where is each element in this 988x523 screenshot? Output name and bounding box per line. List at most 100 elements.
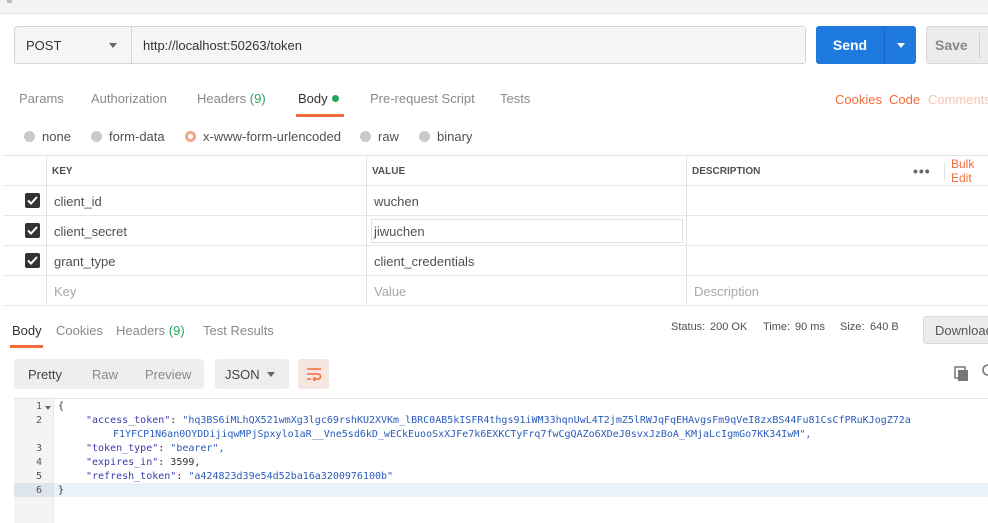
body-type-selector: none form-data x-www-form-urlencoded raw… <box>0 126 988 146</box>
send-button[interactable]: Send <box>816 26 884 64</box>
row-checkbox[interactable] <box>25 193 40 208</box>
save-label: Save <box>935 37 968 53</box>
save-divider <box>979 33 980 59</box>
more-options-icon[interactable]: ••• <box>907 156 931 186</box>
description-column-header: DESCRIPTION <box>692 165 761 177</box>
param-description[interactable] <box>688 216 988 246</box>
response-tab-body[interactable]: Body <box>12 323 42 338</box>
param-value[interactable]: client_credentials <box>368 246 474 276</box>
radio-circle-icon <box>91 131 102 142</box>
view-mode-pretty[interactable]: Pretty <box>28 367 62 382</box>
chevron-down-icon <box>109 43 117 48</box>
status-label: Status: <box>671 321 706 333</box>
param-key[interactable]: grant_type <box>48 246 115 276</box>
response-tab-headers-count: (9) <box>168 323 185 338</box>
tab-body-label: Body <box>298 91 328 106</box>
response-tab-headers[interactable]: Headers (9) <box>116 323 185 338</box>
json-number: 3599, <box>170 457 201 468</box>
radio-binary[interactable]: binary <box>419 129 472 144</box>
view-mode-preview[interactable]: Preview <box>145 367 191 382</box>
line-number: 1 <box>35 401 42 412</box>
json-key: "token_type" <box>86 443 159 454</box>
description-input[interactable]: Description <box>688 276 759 306</box>
json-string: "bearer", <box>170 443 225 454</box>
request-bar: POST http://localhost:50263/token <box>14 26 806 64</box>
radio-x-www-form-urlencoded[interactable]: x-www-form-urlencoded <box>185 129 341 144</box>
param-value[interactable]: jiwuchen <box>368 216 425 246</box>
checkmark-icon <box>27 226 38 235</box>
search-icon[interactable] <box>980 364 988 380</box>
size-value: 640 B <box>870 321 899 333</box>
line-number: 2 <box>35 415 42 426</box>
fold-toggle-icon[interactable] <box>45 406 51 410</box>
value-input[interactable]: Value <box>368 276 406 306</box>
key-column-header: KEY <box>52 165 73 177</box>
row-checkbox[interactable] <box>25 223 40 238</box>
param-value[interactable]: wuchen <box>368 186 419 216</box>
comments-link[interactable]: Comments <box>928 92 988 107</box>
code-brace: } <box>58 485 65 496</box>
param-description[interactable] <box>688 186 988 216</box>
code-line: } <box>58 484 64 498</box>
status-value: 200 OK <box>710 321 748 333</box>
line-number: 5 <box>35 471 42 482</box>
window-top-strip <box>0 0 988 14</box>
radio-label: raw <box>378 129 399 144</box>
line-number: 3 <box>35 443 42 454</box>
row-checkbox[interactable] <box>25 253 40 268</box>
save-button[interactable]: Save <box>926 26 988 64</box>
radio-circle-icon <box>24 131 35 142</box>
chevron-down-icon <box>896 42 905 48</box>
method-select[interactable]: POST <box>15 27 132 63</box>
radio-circle-icon <box>360 131 371 142</box>
wrap-icon <box>306 368 321 381</box>
format-select[interactable]: JSON <box>215 359 289 389</box>
cookies-link[interactable]: Cookies <box>835 92 882 107</box>
json-key: "expires_in" <box>86 457 159 468</box>
radio-form-data[interactable]: form-data <box>91 129 165 144</box>
param-description[interactable] <box>688 246 988 276</box>
code-line: "refresh_token": "a424823d39e54d52ba16a3… <box>86 471 394 482</box>
radio-label: binary <box>437 129 473 144</box>
radio-selected-icon <box>185 131 196 142</box>
tab-authorization[interactable]: Authorization <box>91 91 167 106</box>
table-row: grant_type client_credentials <box>4 246 988 276</box>
code-link[interactable]: Code <box>889 92 920 107</box>
table-row: client_secret jiwuchen <box>4 216 988 246</box>
url-input[interactable]: http://localhost:50263/token <box>132 27 805 63</box>
copy-icon[interactable] <box>954 366 970 382</box>
send-options-button[interactable] <box>884 26 916 64</box>
json-string: "hq3BS6iMLhQX521wmXg3lgc69rshKU2XVKm_lBR… <box>182 415 911 426</box>
table-header-row: KEY VALUE DESCRIPTION ••• Bulk Edit <box>4 156 988 186</box>
radio-raw[interactable]: raw <box>360 129 399 144</box>
tab-headers[interactable]: Headers (9) <box>197 91 266 106</box>
view-mode-raw[interactable]: Raw <box>92 367 118 382</box>
response-tab-headers-label: Headers <box>116 323 166 338</box>
active-line-highlight <box>54 483 988 497</box>
response-tab-test-results[interactable]: Test Results <box>203 323 274 338</box>
param-key[interactable]: client_secret <box>48 216 127 246</box>
code-line: "access_token": "hq3BS6iMLhQX521wmXg3lgc… <box>86 415 911 426</box>
key-input[interactable]: Key <box>48 276 76 306</box>
json-string: F1YFCP1N6an0OYDDijiqwMPjSpxylo1aR__Vne5s… <box>113 429 812 440</box>
code-line: "expires_in": 3599, <box>86 457 201 468</box>
code-line: { <box>58 400 64 414</box>
code-line: "token_type": "bearer", <box>86 443 225 454</box>
param-key[interactable]: client_id <box>48 186 102 216</box>
tab-params[interactable]: Params <box>19 91 64 106</box>
radio-label: form-data <box>109 129 165 144</box>
download-button[interactable]: Download <box>923 316 988 344</box>
params-table: KEY VALUE DESCRIPTION ••• Bulk Edit clie… <box>4 155 988 307</box>
bulk-edit-link[interactable]: Bulk Edit <box>944 157 988 185</box>
tab-stub <box>7 0 12 3</box>
response-tab-cookies[interactable]: Cookies <box>56 323 103 338</box>
table-row: client_id wuchen <box>4 186 988 216</box>
tab-pre-request-script[interactable]: Pre-request Script <box>370 91 475 106</box>
tab-tests[interactable]: Tests <box>500 91 530 106</box>
tab-body[interactable]: Body <box>298 91 339 106</box>
radio-none[interactable]: none <box>24 129 71 144</box>
response-body-editor[interactable]: 1 2 3 4 5 6 { "access_token": "hq3BS6iML… <box>14 398 988 523</box>
wrap-lines-button[interactable] <box>298 359 329 389</box>
view-mode-segmented: Pretty Raw Preview <box>14 359 204 389</box>
time-value: 90 ms <box>795 321 825 333</box>
